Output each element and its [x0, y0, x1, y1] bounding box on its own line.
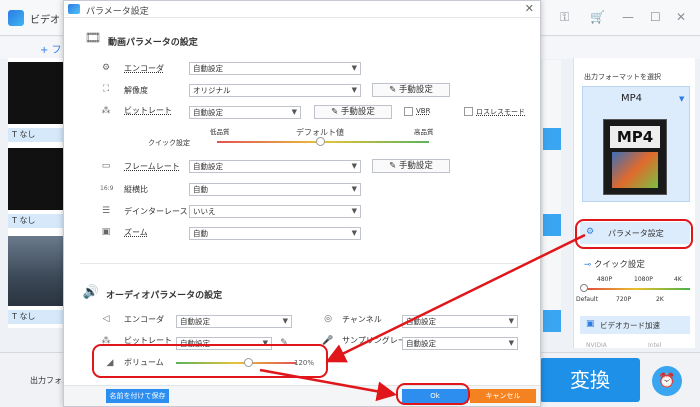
- arrow-to-ok: [259, 368, 397, 402]
- annotation-arrows: [259, 233, 586, 402]
- arrow-to-volume: [325, 233, 586, 363]
